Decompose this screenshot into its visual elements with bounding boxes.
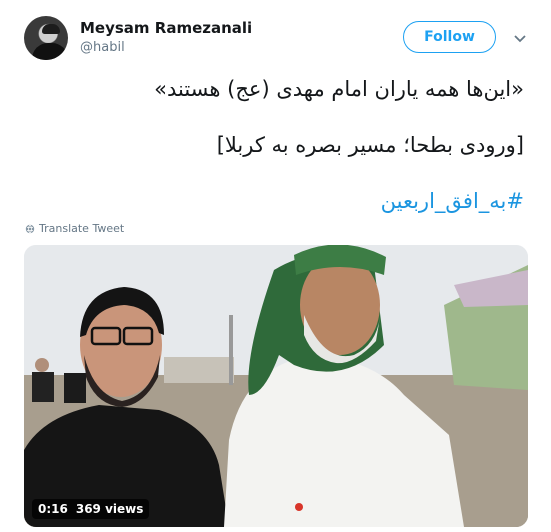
video-player[interactable]: 0:16 369 views	[24, 245, 528, 527]
author-name[interactable]: Meysam Ramezanali	[80, 19, 252, 37]
globe-icon	[25, 224, 35, 233]
avatar-body	[32, 43, 68, 60]
translate-tweet-link[interactable]: Translate Tweet	[25, 222, 124, 235]
follow-label: Follow	[424, 29, 475, 45]
author-avatar[interactable]	[24, 16, 68, 60]
video-frame	[24, 245, 528, 527]
tweet-text-line-2: [ورودی بطحا؛ مسیر بصره به کربلا]	[216, 133, 524, 157]
video-duration: 0:16	[38, 502, 68, 516]
video-info-badge: 0:16 369 views	[32, 499, 150, 519]
author-handle[interactable]: @habil	[80, 40, 125, 55]
translate-label: Translate Tweet	[39, 222, 125, 235]
avatar-hair	[42, 24, 60, 34]
video-views: 369 views	[75, 502, 144, 516]
hashtag-link[interactable]: #به_افق_اربعین	[381, 189, 524, 213]
chevron-down-icon[interactable]	[513, 31, 527, 45]
tweet-text-line-1: «این‌ها همه یاران امام مهدی (عج) هستند»	[154, 77, 524, 101]
follow-button[interactable]: Follow	[403, 21, 496, 53]
